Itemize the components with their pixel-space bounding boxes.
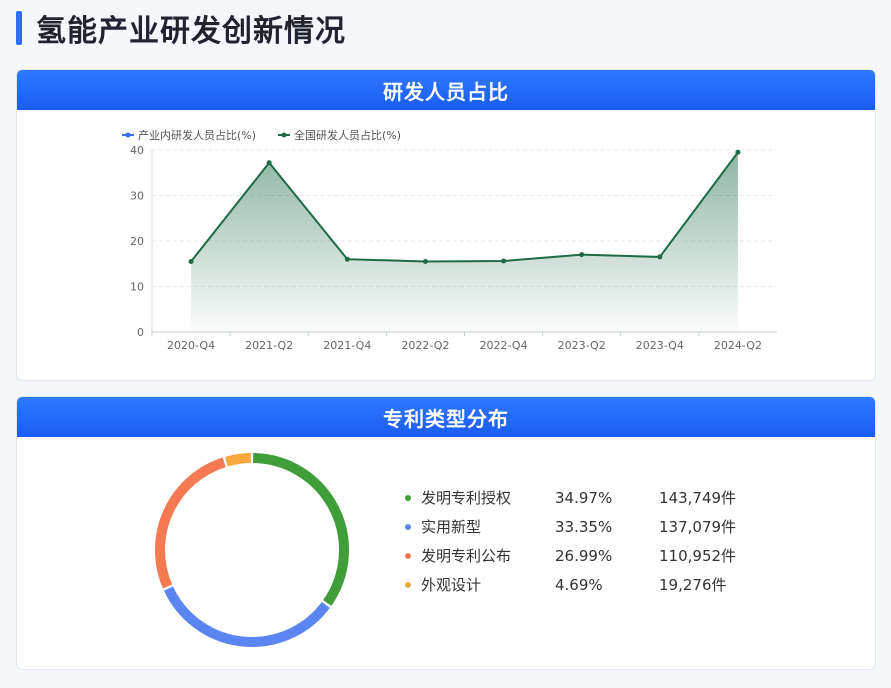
data-point[interactable] [344,256,350,262]
donut-slice[interactable] [163,586,330,647]
legend-item[interactable]: 全国研发人员占比(%) [278,128,401,142]
legend-marker [281,132,287,138]
x-tick-label: 2023-Q4 [636,339,684,352]
x-tick-label: 2021-Q2 [245,339,293,352]
data-point[interactable] [266,160,272,166]
y-tick-label: 10 [130,281,144,294]
legend-item[interactable]: 产业内研发人员占比(%) [122,128,256,142]
page-header: 氢能产业研发创新情况 [16,8,346,49]
slice-count: 19,276件 [659,576,727,594]
rd-staff-card: 研发人员占比 0 10 20 30 40 2020-Q4 2021-Q2 2021-Q4 202… [16,69,876,381]
legend-row[interactable]: 发明专利授权 34.97% 143,749件 [405,483,759,512]
legend-marker [125,132,131,138]
legend-row[interactable]: 外观设计 4.69% 19,276件 [405,570,759,599]
data-point[interactable] [579,252,585,258]
page-title: 氢能产业研发创新情况 [36,14,346,49]
x-tick-label: 2020-Q4 [167,339,215,352]
slice-name: 外观设计 [421,576,482,594]
x-tick-label: 2024-Q2 [714,339,762,352]
y-tick-label: 0 [137,326,144,339]
x-tick-label: 2022-Q2 [401,339,449,352]
slice-percent: 4.69% [555,575,603,594]
donut-slice[interactable] [155,457,226,589]
y-tick-label: 40 [130,144,144,157]
rd-staff-chart: 0 10 20 30 40 2020-Q4 2021-Q2 2021-Q4 2022-Q2 202… [122,128,777,352]
slice-count: 110,952件 [659,547,737,565]
title-accent-bar [16,11,22,45]
y-tick-label: 30 [130,190,144,203]
donut-slice[interactable] [224,453,252,467]
slice-percent: 33.35% [555,517,613,536]
slice-count: 137,079件 [659,518,737,536]
patent-donut-chart [155,453,349,647]
patent-card-title: 专利类型分布 [17,397,875,437]
y-tick-label: 20 [130,235,144,248]
patent-legend: 发明专利授权 34.97% 143,749件 实用新型 33.35% 137,079件 发明… [405,483,759,599]
slice-name: 实用新型 [421,518,482,536]
data-point[interactable] [657,254,663,260]
legend-dot [405,552,411,559]
data-point[interactable] [735,149,741,155]
slice-percent: 26.99% [555,546,613,565]
patent-card: 专利类型分布 发明专利授权 34.97% 143,749件实用新型 33.35% 137… [16,396,876,670]
slice-count: 143,749件 [659,489,737,507]
legend-dot [405,523,411,530]
legend-dot [405,581,411,588]
slice-name: 发明专利授权 [421,489,512,507]
series-area [191,152,738,332]
data-point[interactable] [422,258,428,264]
x-tick-label: 2022-Q4 [480,339,528,352]
slice-percent: 34.97% [555,488,613,507]
donut-slice[interactable] [253,453,349,606]
legend-row[interactable]: 实用新型 33.35% 137,079件 [405,512,759,541]
legend-row[interactable]: 发明专利公布 26.99% 110,952件 [405,541,759,570]
x-tick-label: 2021-Q4 [323,339,371,352]
legend-dot [405,494,411,501]
data-point[interactable] [501,258,507,264]
x-tick-label: 2023-Q2 [558,339,606,352]
legend-label: 全国研发人员占比(%) [294,128,401,142]
data-point[interactable] [188,258,194,264]
legend-label: 产业内研发人员占比(%) [138,128,256,142]
slice-name: 发明专利公布 [421,547,512,565]
rd-staff-card-title: 研发人员占比 [17,70,875,110]
